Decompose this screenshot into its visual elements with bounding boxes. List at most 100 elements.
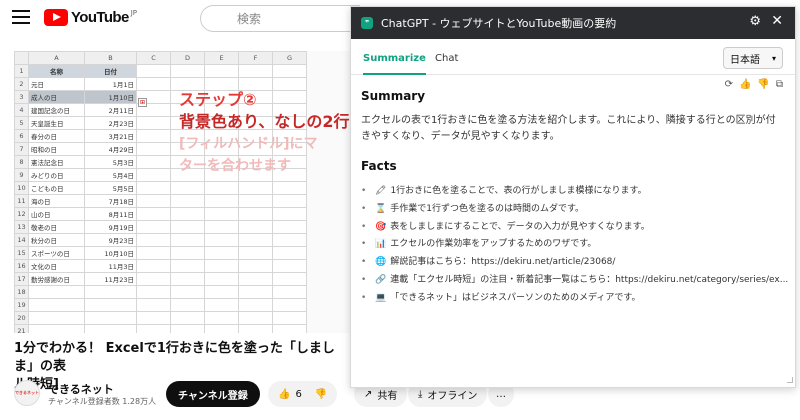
empty-cell[interactable] <box>238 324 273 333</box>
thumbs-up-icon[interactable]: 👍 <box>739 79 751 90</box>
holiday-date-cell[interactable]: 5月4日 <box>84 168 137 182</box>
holiday-name-cell[interactable]: 山の日 <box>28 207 85 221</box>
empty-cell[interactable] <box>136 194 171 208</box>
holiday-name-cell[interactable]: 敬老の日 <box>28 220 85 234</box>
empty-cell[interactable] <box>272 181 307 195</box>
empty-cell[interactable] <box>238 298 273 312</box>
empty-cell[interactable] <box>272 272 307 286</box>
holiday-date-cell[interactable]: 3月21日 <box>84 129 137 143</box>
row-number[interactable]: 16 <box>14 259 29 273</box>
empty-cell[interactable] <box>238 64 273 78</box>
empty-cell[interactable] <box>84 298 137 312</box>
empty-cell[interactable] <box>170 311 205 325</box>
empty-cell[interactable] <box>136 207 171 221</box>
row-number[interactable]: 5 <box>14 116 29 130</box>
empty-cell[interactable] <box>170 233 205 247</box>
empty-cell[interactable] <box>170 285 205 299</box>
holiday-date-cell[interactable]: 8月11日 <box>84 207 137 221</box>
empty-cell[interactable] <box>238 194 273 208</box>
empty-cell[interactable] <box>272 298 307 312</box>
row-number[interactable]: 17 <box>14 272 29 286</box>
row-number[interactable]: 12 <box>14 207 29 221</box>
holiday-date-cell[interactable]: 7月18日 <box>84 194 137 208</box>
empty-cell[interactable] <box>170 194 205 208</box>
holiday-name-cell[interactable]: みどりの日 <box>28 168 85 182</box>
youtube-logo[interactable]: YouTube JP <box>44 9 137 26</box>
empty-cell[interactable] <box>136 246 171 260</box>
holiday-date-cell[interactable]: 1月1日 <box>84 77 137 91</box>
empty-cell[interactable] <box>136 129 171 143</box>
holiday-name-cell[interactable]: 憲法記念日 <box>28 155 85 169</box>
row-number[interactable]: 13 <box>14 220 29 234</box>
holiday-name-cell[interactable]: 成人の日 <box>28 90 85 104</box>
empty-cell[interactable] <box>28 298 85 312</box>
empty-cell[interactable] <box>272 194 307 208</box>
empty-cell[interactable] <box>204 259 239 273</box>
column-header[interactable]: E <box>204 51 239 65</box>
empty-cell[interactable] <box>136 233 171 247</box>
empty-cell[interactable] <box>204 220 239 234</box>
column-header[interactable]: C <box>136 51 171 65</box>
holiday-date-cell[interactable]: 10月10日 <box>84 246 137 260</box>
holiday-date-cell[interactable]: 11月3日 <box>84 259 137 273</box>
menu-icon[interactable] <box>12 10 30 24</box>
row-number[interactable]: 15 <box>14 246 29 260</box>
empty-cell[interactable] <box>204 194 239 208</box>
holiday-date-cell[interactable]: 2月23日 <box>84 116 137 130</box>
row-number[interactable]: 7 <box>14 142 29 156</box>
channel-name[interactable]: できるネット <box>48 381 114 397</box>
holiday-name-cell[interactable]: 秋分の日 <box>28 233 85 247</box>
empty-cell[interactable] <box>238 272 273 286</box>
row-number[interactable]: 2 <box>14 77 29 91</box>
copy-icon[interactable]: ⧉ <box>776 79 783 90</box>
empty-cell[interactable] <box>136 272 171 286</box>
empty-cell[interactable] <box>136 64 171 78</box>
empty-cell[interactable] <box>272 207 307 221</box>
empty-cell[interactable] <box>170 207 205 221</box>
empty-cell[interactable] <box>204 246 239 260</box>
holiday-name-cell[interactable]: 建国記念の日 <box>28 103 85 117</box>
holiday-date-cell[interactable]: 9月23日 <box>84 233 137 247</box>
empty-cell[interactable] <box>272 220 307 234</box>
empty-cell[interactable] <box>238 207 273 221</box>
row-number[interactable]: 19 <box>14 298 29 312</box>
empty-cell[interactable] <box>204 233 239 247</box>
row-number[interactable]: 4 <box>14 103 29 117</box>
holiday-date-cell[interactable]: 5月5日 <box>84 181 137 195</box>
empty-cell[interactable] <box>238 233 273 247</box>
video-player[interactable]: A B C D E F G 1 名称 日付 2 元日 1月1日 3 成人の日 1月10日 4 建国記念の日 2月11… <box>14 51 350 333</box>
corner-cell[interactable] <box>14 51 29 65</box>
empty-cell[interactable] <box>170 246 205 260</box>
empty-cell[interactable] <box>204 311 239 325</box>
empty-cell[interactable] <box>204 298 239 312</box>
subscribe-button[interactable]: チャンネル登録 <box>166 381 260 407</box>
empty-cell[interactable] <box>136 220 171 234</box>
holiday-name-cell[interactable]: 春分の日 <box>28 129 85 143</box>
table-header-cell[interactable]: 日付 <box>84 64 137 78</box>
empty-cell[interactable] <box>136 116 171 130</box>
empty-cell[interactable] <box>204 64 239 78</box>
empty-cell[interactable] <box>84 285 137 299</box>
holiday-name-cell[interactable]: 昭和の日 <box>28 142 85 156</box>
empty-cell[interactable] <box>170 324 205 333</box>
row-number[interactable]: 14 <box>14 233 29 247</box>
empty-cell[interactable] <box>170 298 205 312</box>
empty-cell[interactable] <box>28 311 85 325</box>
holiday-name-cell[interactable]: こどもの日 <box>28 181 85 195</box>
empty-cell[interactable] <box>84 311 137 325</box>
holiday-date-cell[interactable]: 5月3日 <box>84 155 137 169</box>
empty-cell[interactable] <box>204 324 239 333</box>
column-header[interactable]: B <box>84 51 137 65</box>
empty-cell[interactable] <box>272 259 307 273</box>
empty-cell[interactable] <box>170 64 205 78</box>
empty-cell[interactable] <box>136 311 171 325</box>
row-number[interactable]: 21 <box>14 324 29 333</box>
empty-cell[interactable] <box>238 311 273 325</box>
empty-cell[interactable] <box>272 285 307 299</box>
empty-cell[interactable] <box>136 155 171 169</box>
empty-cell[interactable] <box>238 220 273 234</box>
empty-cell[interactable] <box>204 181 239 195</box>
empty-cell[interactable] <box>272 233 307 247</box>
like-button[interactable]: 👍 6 👎 <box>268 381 338 407</box>
holiday-name-cell[interactable]: スポーツの日 <box>28 246 85 260</box>
